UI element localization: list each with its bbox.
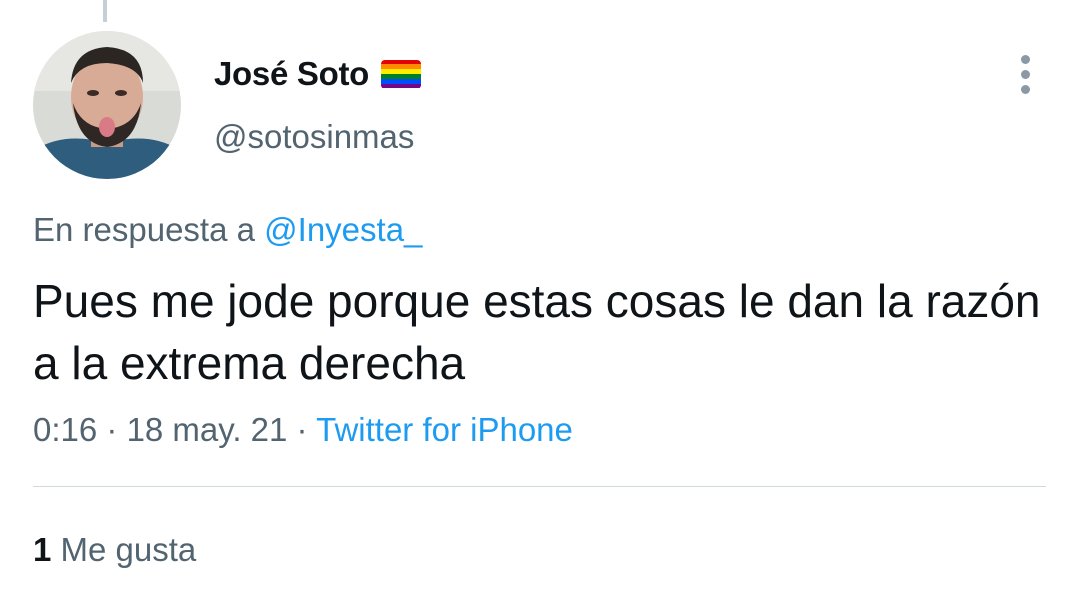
likes-count-link[interactable]: 1 Me gusta: [33, 531, 196, 569]
author-display-name[interactable]: José Soto: [214, 55, 369, 93]
tweet-metadata: 0:16 · 18 may. 21 · Twitter for iPhone: [33, 411, 573, 449]
reply-prefix: En respuesta a: [33, 211, 255, 248]
more-dot: [1020, 54, 1030, 64]
flag-stripe: [381, 83, 422, 89]
author-name-row[interactable]: José Soto: [214, 50, 422, 98]
avatar[interactable]: [33, 31, 181, 179]
meta-separator: ·: [287, 411, 317, 448]
more-vertical-icon[interactable]: [1004, 50, 1046, 98]
tweet-date[interactable]: 18 may. 21: [127, 411, 288, 448]
rainbow-flag-icon: [381, 59, 422, 89]
tweet-time[interactable]: 0:16: [33, 411, 97, 448]
more-dot: [1020, 69, 1030, 79]
author-handle[interactable]: @sotosinmas: [214, 118, 414, 156]
divider: [33, 486, 1046, 487]
tweet-source-link[interactable]: Twitter for iPhone: [316, 411, 573, 448]
reply-context: En respuesta a @Inyesta_: [33, 211, 422, 249]
likes-label: Me gusta: [60, 531, 197, 568]
meta-separator: ·: [97, 411, 127, 448]
tweet-text: Pues me jode porque estas cosas le dan l…: [33, 275, 1041, 389]
tweet-detail: José Soto @sotosinmas En respuesta a @In…: [0, 0, 1079, 604]
thread-connector-line: [103, 0, 107, 22]
likes-count: 1: [33, 531, 52, 568]
avatar-image: [33, 31, 181, 179]
more-dot: [1020, 84, 1030, 94]
reply-mention-link[interactable]: @Inyesta_: [264, 211, 422, 248]
